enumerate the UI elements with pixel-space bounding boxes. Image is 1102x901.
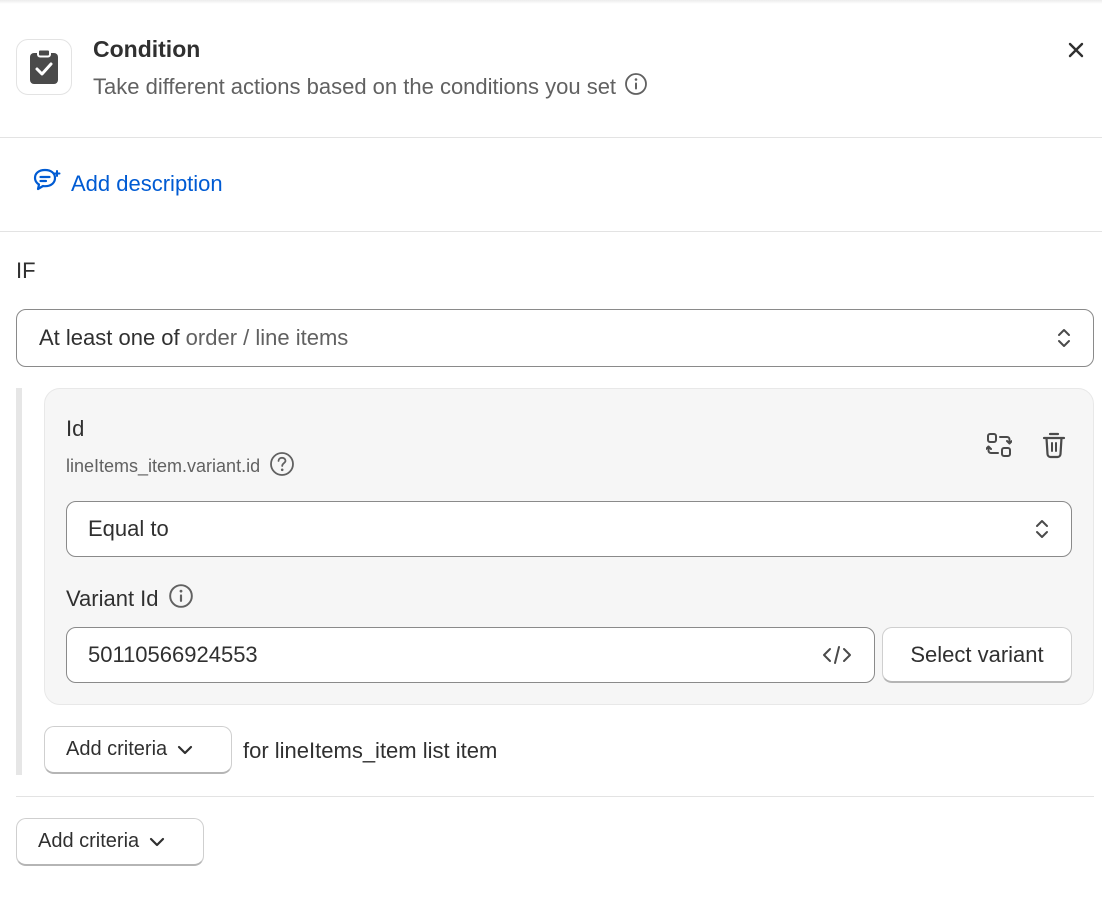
add-criteria-inner-label: Add criteria xyxy=(66,738,168,760)
help-icon[interactable] xyxy=(269,451,295,482)
field-path: lineItems_item.variant.id xyxy=(66,451,295,482)
select-variant-button[interactable]: Select variant xyxy=(882,627,1072,683)
operator-select-value: Equal to xyxy=(88,516,169,541)
add-criteria-inner-button[interactable]: Add criteria xyxy=(44,726,232,774)
chevron-down-icon xyxy=(178,745,193,754)
field-title: Id xyxy=(66,416,85,441)
scope-select[interactable]: At least one of order / line items xyxy=(16,309,1094,367)
operator-select[interactable]: Equal to xyxy=(66,501,1072,557)
add-description-link[interactable]: Add description xyxy=(33,168,223,200)
chat-edit-icon xyxy=(33,168,61,200)
chevron-up-down-icon xyxy=(1036,520,1048,538)
info-icon[interactable] xyxy=(168,583,194,615)
modal-subtitle-text: Take different actions based on the cond… xyxy=(93,74,617,99)
nested-indent-bar xyxy=(16,388,22,775)
chevron-down-icon xyxy=(150,837,165,846)
variant-id-label-text: Variant Id xyxy=(66,586,159,611)
variant-id-value: 50110566924553 xyxy=(88,642,258,667)
modal-subtitle: Take different actions based on the cond… xyxy=(93,72,648,102)
scope-select-prefix: At least one of xyxy=(39,325,180,350)
criterion-card: Id lineItems_item.variant.id Equal to Va… xyxy=(44,388,1094,705)
add-description-label: Add description xyxy=(71,171,223,196)
close-icon[interactable] xyxy=(1062,36,1090,64)
chevron-up-down-icon xyxy=(1058,329,1070,347)
info-icon[interactable] xyxy=(624,72,648,102)
swap-icon[interactable] xyxy=(983,429,1015,461)
variant-id-label: Variant Id xyxy=(66,583,194,615)
variant-id-input[interactable]: 50110566924553 xyxy=(66,627,875,683)
inner-scope-text: for lineItems_item list item xyxy=(243,738,498,763)
field-path-text: lineItems_item.variant.id xyxy=(66,456,261,476)
section-divider xyxy=(16,796,1094,797)
add-criteria-outer-label: Add criteria xyxy=(38,830,140,852)
code-icon[interactable] xyxy=(822,643,852,667)
add-criteria-outer-button[interactable]: Add criteria xyxy=(16,818,204,866)
modal-header: Condition Take different actions based o… xyxy=(0,0,1102,138)
clipboard-check-icon xyxy=(16,39,72,95)
description-section: Add description xyxy=(0,138,1102,232)
if-label: IF xyxy=(16,258,36,283)
modal-title: Condition xyxy=(93,36,201,62)
scope-select-path: order / line items xyxy=(185,325,349,350)
trash-icon[interactable] xyxy=(1038,429,1070,461)
